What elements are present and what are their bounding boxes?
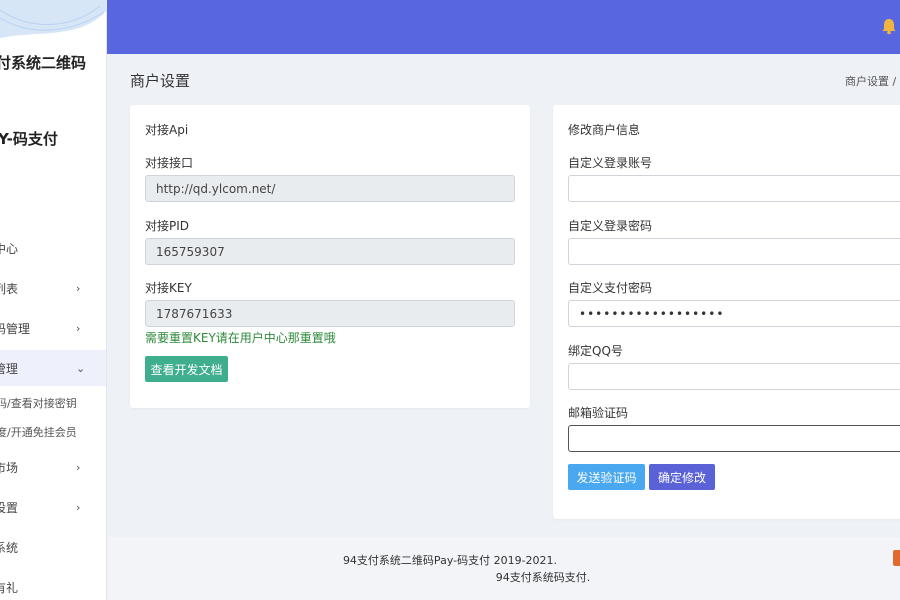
sidebar: 付系统二维码 Y-码支付 中心 列表 › 码管理 › 管理 ⌄ 码/查看对接密钥… bbox=[0, 0, 107, 600]
settings-tab-icon[interactable] bbox=[893, 550, 900, 566]
sidebar-subitem-membership[interactable]: 度/开通免挂会员 bbox=[0, 418, 106, 446]
sidebar-subitem-label: 度/开通免挂会员 bbox=[0, 426, 77, 439]
sidebar-item-center[interactable]: 中心 bbox=[0, 230, 106, 266]
pid-field[interactable]: 165759307 bbox=[145, 238, 515, 265]
chevron-right-icon: › bbox=[76, 281, 81, 295]
sidebar-subitem-api-key[interactable]: 码/查看对接密钥 bbox=[0, 389, 106, 417]
sidebar-item-code-management[interactable]: 码管理 › bbox=[0, 310, 106, 346]
view-docs-button[interactable]: 查看开发文档 bbox=[145, 356, 228, 382]
breadcrumb[interactable]: 商户设置 / bbox=[845, 73, 896, 89]
sidebar-item-settings[interactable]: 设置 › bbox=[0, 489, 106, 525]
page-title: 商户设置 bbox=[130, 72, 191, 90]
reset-key-hint: 需要重置KEY请在用户中心那重置哦 bbox=[145, 331, 336, 345]
sidebar-subitem-label: 码/查看对接密钥 bbox=[0, 397, 77, 410]
send-code-button[interactable]: 发送验证码 bbox=[568, 464, 645, 490]
key-label: 对接KEY bbox=[145, 281, 192, 295]
pay-password-input[interactable]: •••••••••••••••••• bbox=[568, 300, 900, 327]
footer-brand: 94支付系统码支付. bbox=[495, 571, 591, 584]
qq-label: 绑定QQ号 bbox=[568, 344, 623, 358]
login-password-input[interactable] bbox=[568, 238, 900, 265]
endpoint-field[interactable]: http://qd.ylcom.net/ bbox=[145, 175, 515, 202]
chevron-right-icon: › bbox=[76, 321, 81, 335]
qq-input[interactable] bbox=[568, 363, 900, 390]
login-password-label: 自定义登录密码 bbox=[568, 219, 653, 233]
sidebar-item-label: 中心 bbox=[0, 241, 19, 256]
top-navbar bbox=[107, 0, 900, 54]
sidebar-item-list[interactable]: 列表 › bbox=[0, 270, 106, 306]
pid-label: 对接PID bbox=[145, 219, 190, 233]
sidebar-item-label: 设置 bbox=[0, 500, 19, 515]
sidebar-item-label: 码管理 bbox=[0, 321, 31, 336]
brand-subtitle: Y-码支付 bbox=[0, 130, 58, 148]
footer-copyright: 94支付系统二维码Pay-码支付 2019-2021. bbox=[342, 554, 558, 567]
sidebar-item-label: 管理 bbox=[0, 361, 19, 376]
card-title: 修改商户信息 bbox=[568, 123, 641, 137]
endpoint-label: 对接接口 bbox=[145, 156, 194, 170]
login-account-label: 自定义登录账号 bbox=[568, 156, 653, 170]
sidebar-item-management[interactable]: 管理 ⌄ bbox=[0, 350, 106, 386]
login-account-input[interactable] bbox=[568, 175, 900, 202]
pay-password-label: 自定义支付密码 bbox=[568, 281, 653, 295]
brand-title: 付系统二维码 bbox=[0, 54, 87, 72]
merchant-info-card: 修改商户信息 自定义登录账号 自定义登录密码 自定义支付密码 •••••••••… bbox=[553, 105, 900, 519]
confirm-button[interactable]: 确定修改 bbox=[649, 464, 715, 490]
logo-wave-decoration bbox=[0, 0, 106, 38]
email-code-label: 邮箱验证码 bbox=[568, 406, 629, 420]
card-title: 对接Api bbox=[145, 123, 189, 137]
sidebar-item-market[interactable]: 市场 › bbox=[0, 449, 106, 485]
chevron-right-icon: › bbox=[76, 500, 81, 514]
sidebar-item-label: 市场 bbox=[0, 460, 19, 475]
api-card: 对接Api 对接接口 http://qd.ylcom.net/ 对接PID 16… bbox=[130, 105, 530, 408]
chevron-right-icon: › bbox=[76, 460, 81, 474]
email-code-input[interactable] bbox=[568, 425, 900, 452]
chevron-down-icon: ⌄ bbox=[76, 361, 86, 375]
bell-icon[interactable] bbox=[880, 17, 898, 35]
sidebar-item-label: 列表 bbox=[0, 281, 19, 296]
key-field[interactable]: 1787671633 bbox=[145, 300, 515, 327]
